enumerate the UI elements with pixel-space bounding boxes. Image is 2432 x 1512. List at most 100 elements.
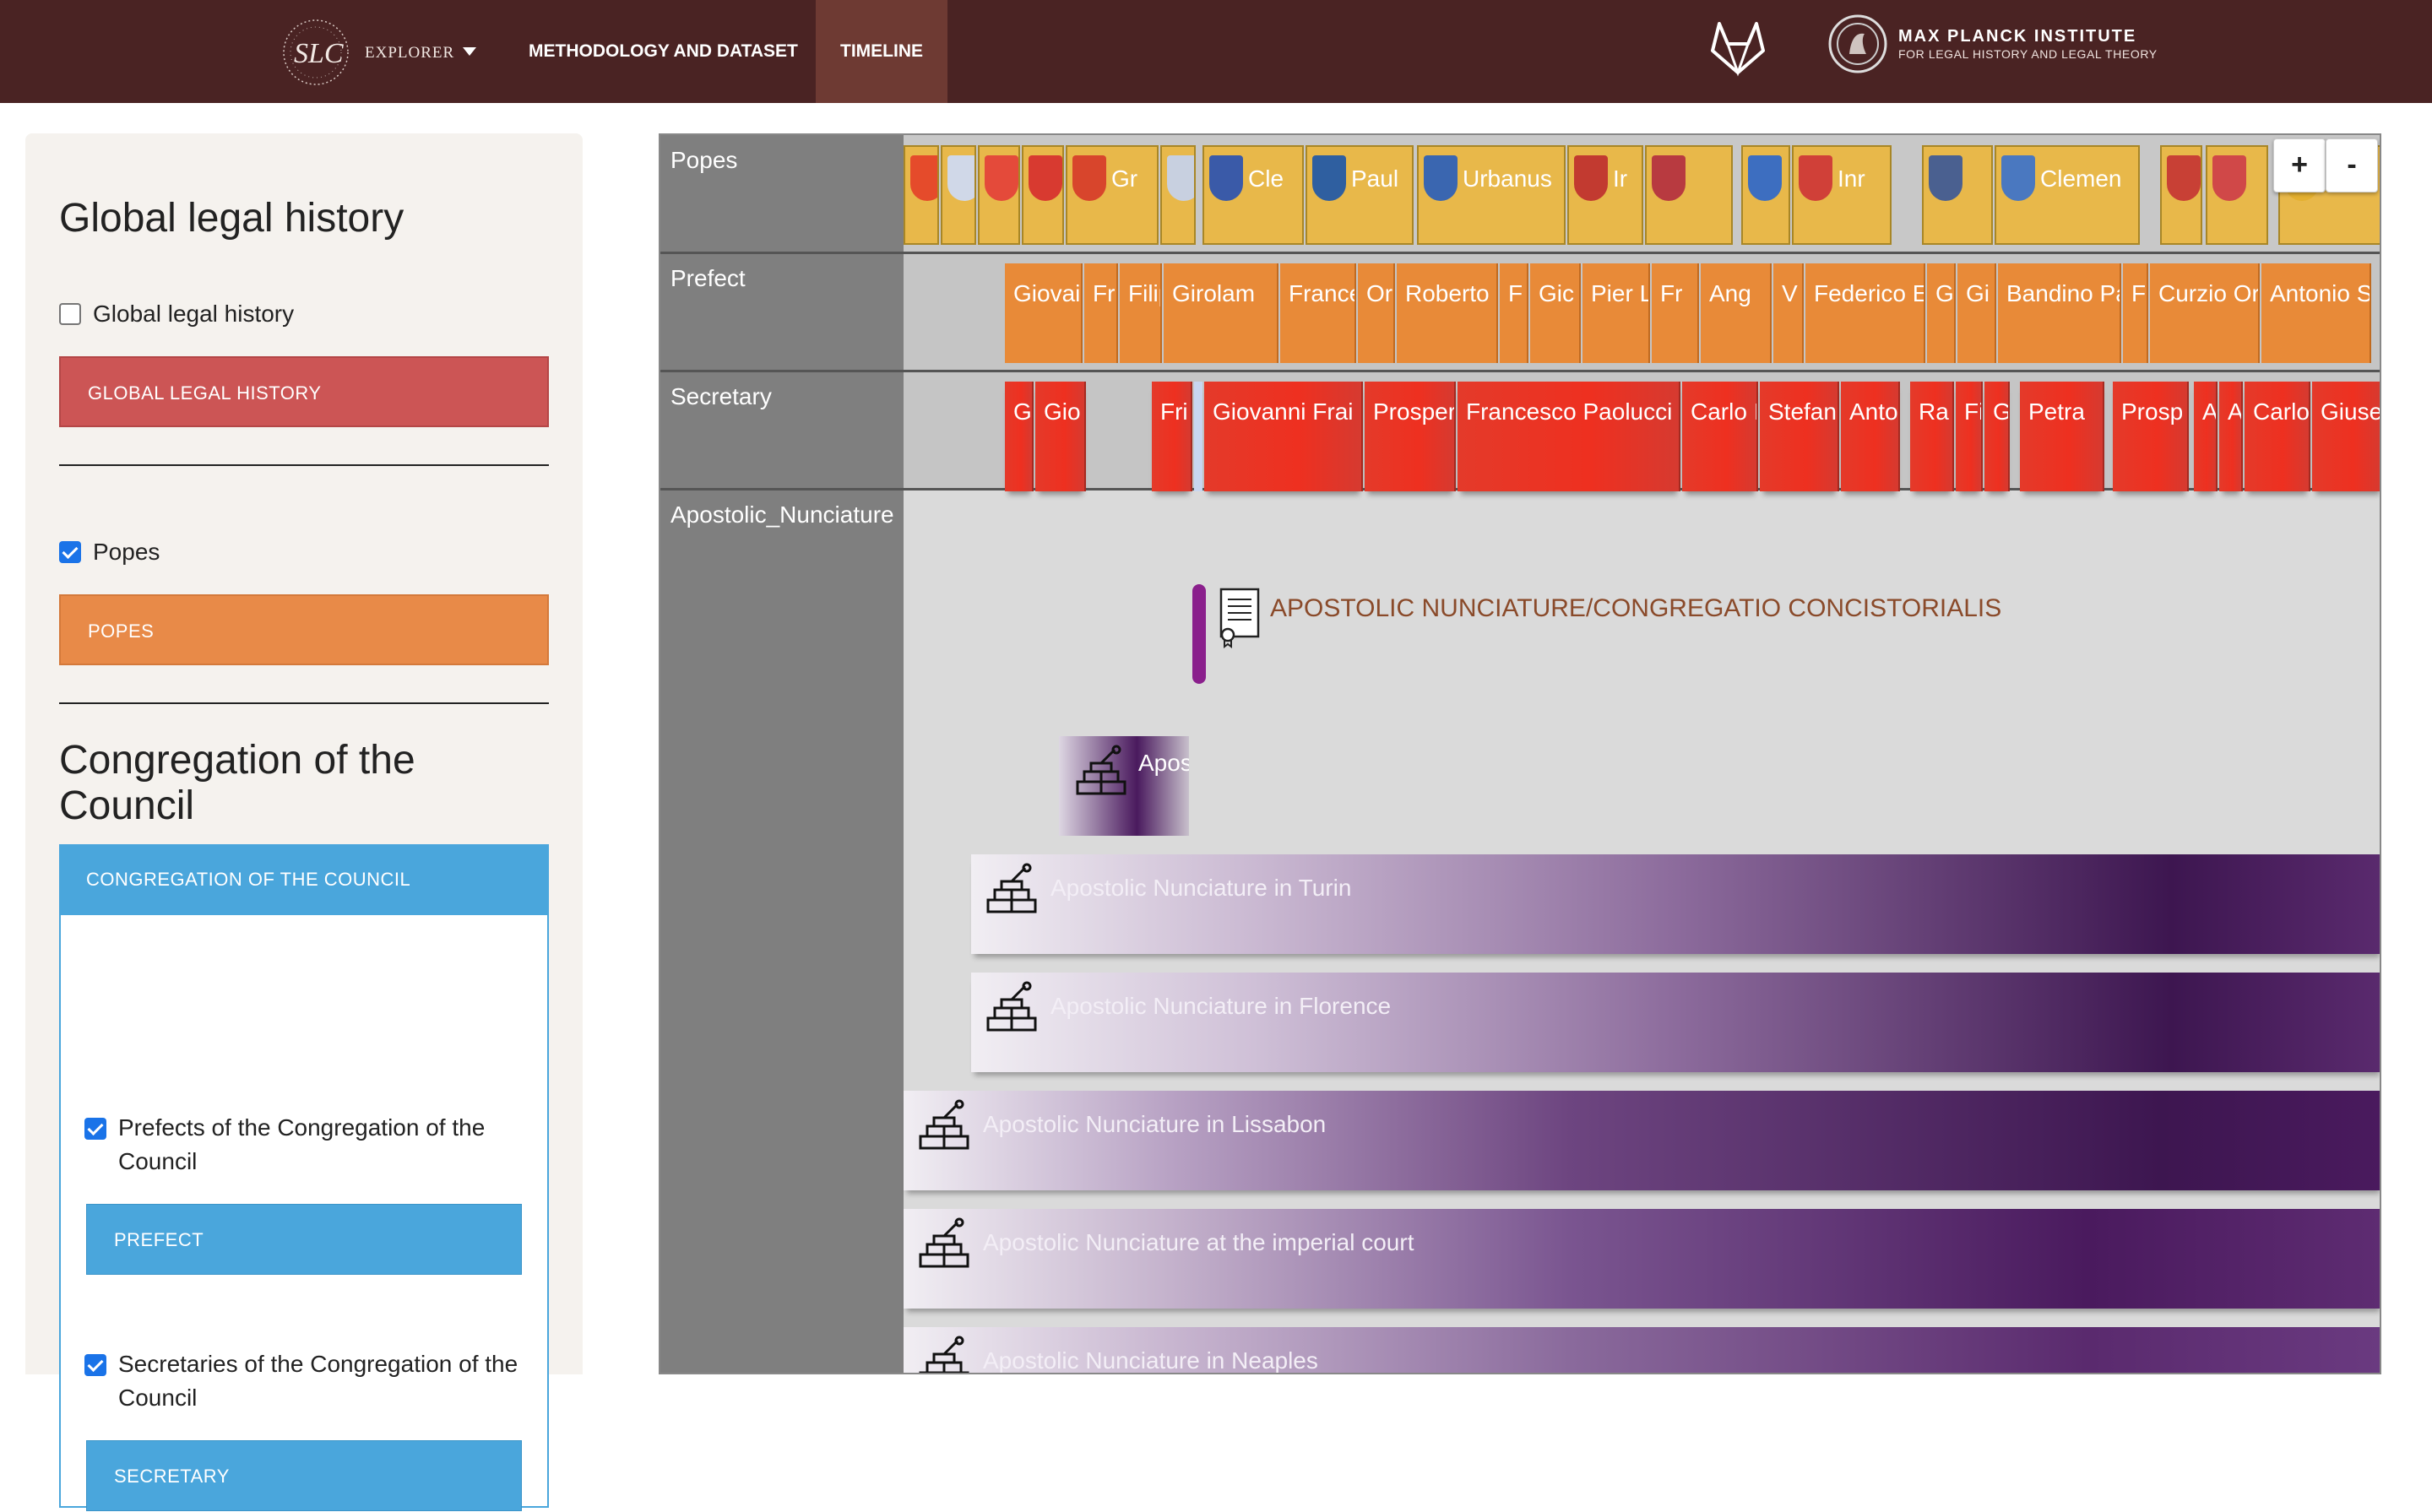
nunciature-row-neaples[interactable]: Apostolic Nunciature in Neaples — [904, 1327, 2380, 1373]
prefect-item[interactable]: F — [1500, 263, 1528, 363]
lane-separator — [660, 370, 2380, 372]
pope-item[interactable]: Paul — [1306, 145, 1414, 245]
secretary-item[interactable]: Prosper — [1365, 382, 1456, 491]
popes-checkbox[interactable] — [59, 541, 81, 563]
prefect-label: Antonio S — [2270, 280, 2371, 306]
nunciature-row-imperial-court[interactable]: Apostolic Nunciature at the imperial cou… — [904, 1209, 2380, 1309]
global-legal-history-button[interactable]: GLOBAL LEGAL HISTORY — [59, 356, 549, 427]
prefect-item[interactable]: Girolam — [1164, 263, 1278, 363]
pope-item[interactable]: Gr — [1066, 145, 1159, 245]
nav-methodology[interactable]: METHODOLOGY AND DATASET — [529, 0, 798, 103]
secretary-item[interactable]: A — [2194, 382, 2218, 491]
pope-item[interactable]: Cle — [1202, 145, 1304, 245]
prefect-item[interactable]: Giovai — [1005, 263, 1083, 363]
pope-item[interactable]: Urbanus — [1417, 145, 1566, 245]
prefect-label: Roberto — [1405, 280, 1490, 306]
prefect-item[interactable]: Or — [1358, 263, 1395, 363]
prefect-item[interactable]: Curzio Or — [2150, 263, 2260, 363]
secretary-item[interactable]: Anto — [1841, 382, 1900, 491]
pope-item[interactable]: Ir — [1567, 145, 1643, 245]
prefect-label: Bandino Pa — [2006, 280, 2121, 306]
prefect-label: France — [1289, 280, 1356, 306]
pope-item[interactable] — [1022, 145, 1064, 245]
prefects-checkbox-label: Prefects of the Congregation of the Coun… — [118, 1111, 540, 1179]
pope-item[interactable] — [2160, 145, 2202, 245]
prefect-item[interactable]: Gic — [1530, 263, 1581, 363]
pope-item[interactable] — [2206, 145, 2268, 245]
prefect-item[interactable]: Roberto — [1397, 263, 1498, 363]
brick-wall-icon — [919, 1336, 969, 1373]
prefect-item[interactable]: G — [1927, 263, 1956, 363]
prefect-item[interactable]: Antonio S — [2261, 263, 2371, 363]
zoom-in-button[interactable]: + — [2273, 138, 2326, 192]
prefect-button[interactable]: PREFECT — [86, 1204, 522, 1275]
explorer-logo-text[interactable]: EXPLORER — [365, 44, 454, 62]
nav-timeline[interactable]: TIMELINE — [816, 0, 947, 103]
prefect-item[interactable]: Bandino Pa — [1998, 263, 2121, 363]
secretary-button[interactable]: SECRETARY — [86, 1440, 522, 1511]
nunciature-small-item[interactable]: Apos — [1059, 736, 1189, 836]
prefect-item[interactable]: Pier L — [1582, 263, 1650, 363]
prefect-item[interactable]: Fr — [1652, 263, 1699, 363]
pope-label: Inr — [1838, 165, 1865, 192]
secretaries-checkbox[interactable] — [84, 1354, 106, 1376]
secretary-item[interactable]: Giusep — [2312, 382, 2380, 491]
gitlab-icon[interactable] — [1706, 17, 1770, 79]
pope-item[interactable] — [978, 145, 1020, 245]
secretary-item[interactable]: Fri — [1152, 382, 1192, 491]
pope-item[interactable] — [904, 145, 939, 245]
pope-item[interactable] — [1160, 145, 1196, 245]
pope-item[interactable] — [1645, 145, 1733, 245]
timeline-view[interactable]: Popes Prefect Secretary Apostolic_Nuncia… — [659, 133, 2381, 1374]
secretary-item[interactable]: A — [2219, 382, 2243, 491]
secretary-item[interactable]: Carlo I — [1682, 382, 1758, 491]
secretary-item[interactable]: Francesco Paolucci — [1458, 382, 1680, 491]
pope-item[interactable]: Inr — [1792, 145, 1892, 245]
pope-item[interactable]: Clemen — [1995, 145, 2140, 245]
secretary-item[interactable]: Ra — [1910, 382, 1954, 491]
nunciature-event-label[interactable]: APOSTOLIC NUNCIATURE/CONGREGATIO CONCIST… — [1270, 594, 2001, 623]
secretary-item[interactable]: Prosp — [2113, 382, 2189, 491]
prefect-item[interactable]: Federico E — [1805, 263, 1925, 363]
prefect-item[interactable]: Ang — [1701, 263, 1772, 363]
pope-item[interactable] — [1741, 145, 1790, 245]
prefects-label-line1: Prefects of the Congregation of the — [118, 1114, 486, 1141]
council-panel: CONGREGATION OF THE COUNCIL Prefects of … — [59, 844, 549, 1511]
congregation-council-button[interactable]: CONGREGATION OF THE COUNCIL — [59, 844, 549, 915]
prefect-item[interactable]: France — [1280, 263, 1356, 363]
secretary-item[interactable]: Stefano — [1760, 382, 1839, 491]
pope-item[interactable] — [1922, 145, 1993, 245]
filter-sidebar: Global legal history Global legal histor… — [25, 133, 583, 1511]
prefects-checkbox[interactable] — [84, 1118, 106, 1140]
nunciature-small-label: Apos — [1138, 750, 1189, 776]
lane-label-secretary: Secretary — [670, 383, 772, 409]
prefect-item[interactable]: Fr — [1084, 263, 1118, 363]
nunciature-row-lissabon[interactable]: Apostolic Nunciature in Lissabon — [904, 1091, 2380, 1190]
secretary-item[interactable]: Giovanni Frai — [1204, 382, 1363, 491]
secretary-item[interactable]: Petra — [2020, 382, 2104, 491]
secretary-item[interactable]: G — [1984, 382, 2010, 491]
pope-label: Clemen — [2040, 165, 2122, 192]
brick-wall-icon — [986, 863, 1037, 913]
secretary-item[interactable]: Gio — [1035, 382, 1086, 491]
secretary-item[interactable]: G — [1005, 382, 1034, 491]
secretary-item[interactable]: Carlo — [2245, 382, 2310, 491]
mpi-seal-icon[interactable] — [1827, 14, 1888, 74]
nunciature-row-turin[interactable]: Apostolic Nunciature in Turin — [971, 854, 2380, 954]
prefect-item[interactable]: Filiponi — [1120, 263, 1162, 363]
prefect-item[interactable]: Gi — [1957, 263, 1996, 363]
zoom-out-button[interactable]: - — [2326, 138, 2378, 192]
secretaries-label-line2: Council — [118, 1385, 198, 1411]
global-legal-history-checkbox[interactable] — [59, 303, 81, 325]
nunciature-event-marker[interactable] — [1192, 584, 1206, 684]
popes-button[interactable]: POPES — [59, 594, 549, 665]
secretary-item[interactable]: Fi — [1956, 382, 1983, 491]
nunciature-row-florence[interactable]: Apostolic Nunciature in Florence — [971, 973, 2380, 1072]
prefect-label: Giovai — [1013, 280, 1081, 306]
prefect-item[interactable]: F — [2123, 263, 2148, 363]
chevron-down-icon[interactable] — [463, 47, 476, 56]
prefect-item[interactable]: V — [1773, 263, 1804, 363]
slc-logo-icon[interactable]: SLC — [275, 14, 356, 91]
pope-item[interactable] — [941, 145, 976, 245]
pope-label: Ir — [1613, 165, 1628, 192]
